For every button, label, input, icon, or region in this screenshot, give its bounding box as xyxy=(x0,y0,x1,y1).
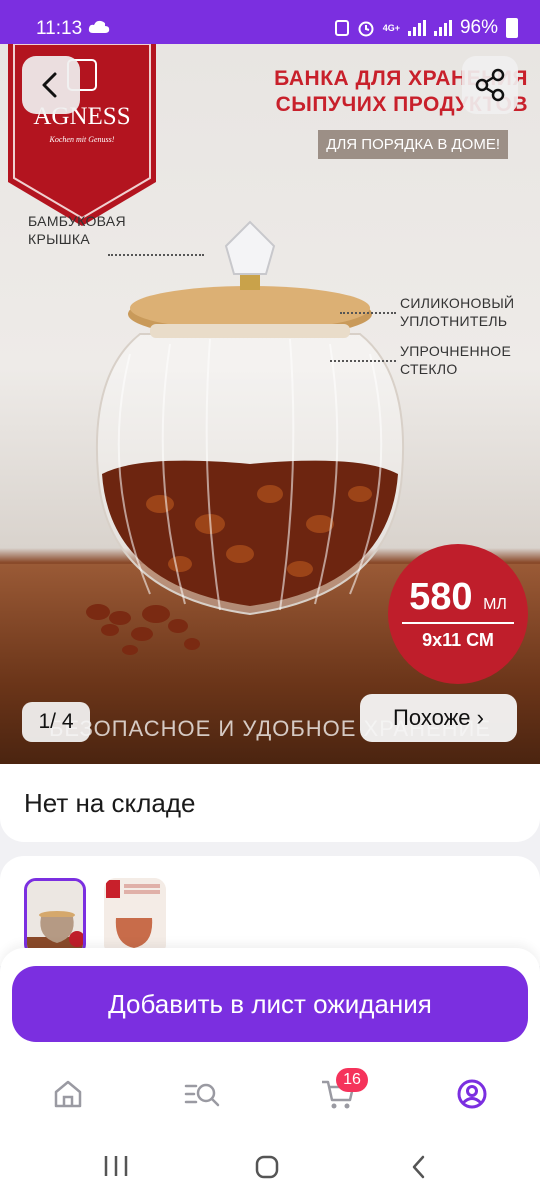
stock-status: Нет на складе xyxy=(24,788,196,818)
lid-label-line-2: КРЫШКА xyxy=(28,231,91,247)
action-panel: Добавить в лист ожидания xyxy=(0,948,540,1060)
glass-pointer xyxy=(330,360,396,362)
status-time: 11:13 xyxy=(36,18,83,39)
nav-profile[interactable] xyxy=(452,1074,492,1114)
chevron-left-icon xyxy=(42,72,57,98)
nav-catalog[interactable] xyxy=(184,1074,224,1114)
volume-value: 580 МЛ xyxy=(388,576,528,619)
home-button-icon[interactable] xyxy=(254,1154,280,1180)
svg-text:Kochen mit Genuss!: Kochen mit Genuss! xyxy=(49,135,115,144)
lid-label: БАМБУКОВАЯ КРЫШКА xyxy=(28,212,126,248)
glass-label: УПРОЧНЕННОЕ СТЕКЛО xyxy=(400,342,511,378)
volume-number: 580 xyxy=(409,576,473,618)
back-button[interactable] xyxy=(22,56,80,114)
hero-sub-badge: ДЛЯ ПОРЯДКА В ДОМЕ! xyxy=(318,130,508,159)
product-page: 11:13 4G+ 96% AGNESS Kochen mit Genuss! … xyxy=(0,0,540,1200)
system-back-icon[interactable] xyxy=(406,1154,432,1180)
seal-label-line-2: УПЛОТНИТЕЛЬ xyxy=(400,313,508,329)
volume-unit: МЛ xyxy=(483,596,507,613)
product-image-gallery[interactable]: AGNESS Kochen mit Genuss! БАНКА ДЛЯ ХРАН… xyxy=(0,44,540,764)
signal-icon xyxy=(407,20,426,36)
system-nav-bar xyxy=(0,1130,540,1200)
alarm-icon xyxy=(358,21,374,37)
cart-count-badge: 16 xyxy=(336,1068,368,1092)
recent-apps-icon[interactable] xyxy=(102,1154,130,1178)
size-value: 9x11 СМ xyxy=(422,630,494,650)
cloud-icon xyxy=(88,20,110,33)
glass-label-line-2: СТЕКЛО xyxy=(400,361,458,377)
thumbnail-1-image xyxy=(27,881,83,953)
thumbnail-1[interactable] xyxy=(24,878,86,956)
lid-pointer xyxy=(108,254,204,256)
catalog-search-icon xyxy=(184,1083,220,1107)
lid-label-line-1: БАМБУКОВАЯ xyxy=(28,213,126,229)
seal-label: СИЛИКОНОВЫЙ УПЛОТНИТЕЛЬ xyxy=(400,294,514,330)
seal-label-line-1: СИЛИКОНОВЫЙ xyxy=(400,295,515,311)
add-to-waitlist-button[interactable]: Добавить в лист ожидания xyxy=(12,966,528,1042)
volume-divider xyxy=(402,622,514,624)
share-icon xyxy=(475,68,505,102)
seal-pointer xyxy=(340,312,396,314)
stock-status-card: Нет на складе xyxy=(0,764,540,842)
bottom-nav xyxy=(0,1060,540,1130)
volume-badge: 580 МЛ 9x11 СМ xyxy=(388,544,528,684)
nav-home[interactable] xyxy=(48,1074,88,1114)
vpn-icon xyxy=(334,20,349,36)
battery-percent: 96% xyxy=(459,17,498,38)
similar-button[interactable]: Похоже › xyxy=(360,694,517,742)
status-icons: 4G+ 96% xyxy=(334,17,518,39)
image-counter: 1/ 4 xyxy=(22,702,90,742)
thumbnail-2[interactable] xyxy=(104,878,166,956)
signal-2-icon xyxy=(433,20,452,36)
glass-label-line-1: УПРОЧНЕННОЕ xyxy=(400,343,512,359)
battery-icon xyxy=(506,18,518,38)
thumbnail-2-image xyxy=(104,878,166,956)
profile-icon xyxy=(457,1079,487,1109)
share-button[interactable] xyxy=(462,56,518,114)
network-type: 4G+ xyxy=(382,22,400,33)
home-icon xyxy=(54,1080,82,1108)
jar-illustration xyxy=(86,220,405,655)
